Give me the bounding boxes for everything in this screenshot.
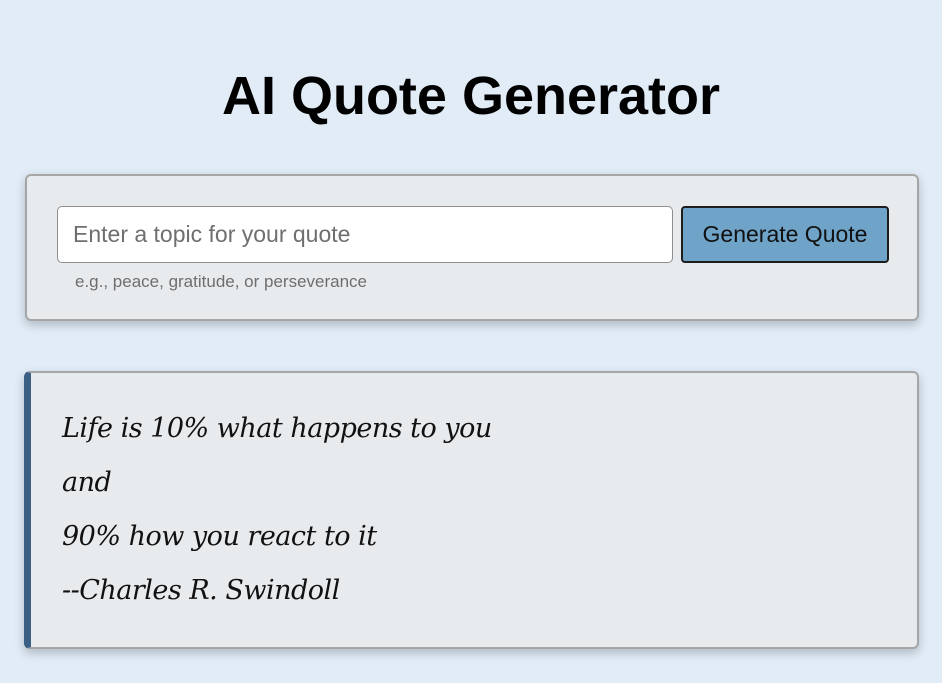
topic-input[interactable]: [57, 206, 673, 263]
quote-line: and: [62, 467, 112, 498]
quote-author: --Charles R. Swindoll: [62, 575, 340, 606]
topic-hint: e.g., peace, gratitude, or perseverance: [75, 272, 368, 291]
quote-display-card: Life is 10% what happens to you and 90% …: [24, 371, 919, 649]
quote-line: 90% how you react to it: [62, 521, 377, 552]
page-title: AI Quote Generator: [221, 66, 721, 126]
quote-input-card: e.g., peace, gratitude, or perseverance …: [25, 174, 919, 321]
quote-line: Life is 10% what happens to you: [62, 413, 492, 444]
generate-quote-button[interactable]: Generate Quote: [681, 206, 889, 263]
